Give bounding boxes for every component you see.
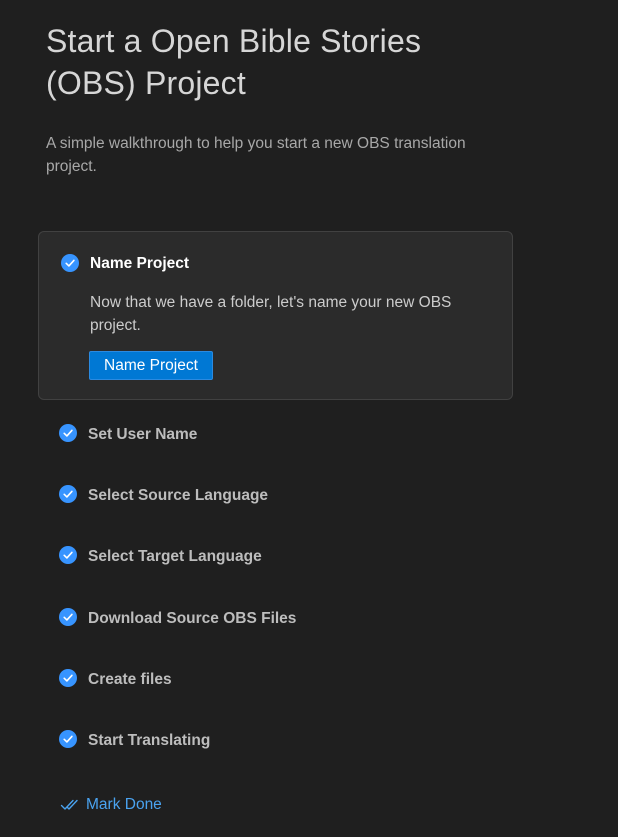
step-label: Create files bbox=[88, 671, 172, 688]
active-step-description: Now that we have a folder, let's name yo… bbox=[90, 294, 452, 334]
mark-done-label: Mark Done bbox=[86, 796, 162, 813]
page-title: Start a Open Bible Stories (OBS) Project bbox=[46, 23, 422, 101]
step-item-download-source-obs-files[interactable]: Download Source OBS Files bbox=[59, 608, 509, 632]
check-circle-icon bbox=[61, 254, 79, 272]
active-step-card[interactable]: Name Project Now that we have a folder, … bbox=[38, 231, 513, 400]
step-label: Select Source Language bbox=[88, 487, 269, 504]
check-circle-icon bbox=[59, 608, 77, 626]
step-item-start-translating[interactable]: Start Translating bbox=[59, 730, 509, 754]
mark-done-link[interactable]: Mark Done bbox=[60, 794, 162, 816]
step-label: Start Translating bbox=[88, 732, 211, 749]
step-label: Set User Name bbox=[88, 426, 198, 443]
check-circle-icon bbox=[59, 546, 77, 564]
double-check-icon bbox=[60, 797, 82, 813]
check-circle-icon bbox=[59, 424, 77, 442]
step-item-select-source-language[interactable]: Select Source Language bbox=[59, 485, 509, 509]
check-circle-icon bbox=[59, 730, 77, 748]
check-circle-icon bbox=[59, 669, 77, 687]
page-description: A simple walkthrough to help you start a… bbox=[46, 135, 466, 175]
step-label: Select Target Language bbox=[88, 548, 262, 565]
step-item-create-files[interactable]: Create files bbox=[59, 669, 509, 693]
walkthrough-page: Start a Open Bible Stories (OBS) Project… bbox=[0, 0, 618, 837]
name-project-button[interactable]: Name Project bbox=[89, 351, 213, 380]
step-item-select-target-language[interactable]: Select Target Language bbox=[59, 546, 509, 570]
check-circle-icon bbox=[59, 485, 77, 503]
step-label: Download Source OBS Files bbox=[88, 610, 297, 627]
active-step-title: Name Project bbox=[90, 255, 190, 272]
step-item-set-user-name[interactable]: Set User Name bbox=[59, 424, 509, 448]
